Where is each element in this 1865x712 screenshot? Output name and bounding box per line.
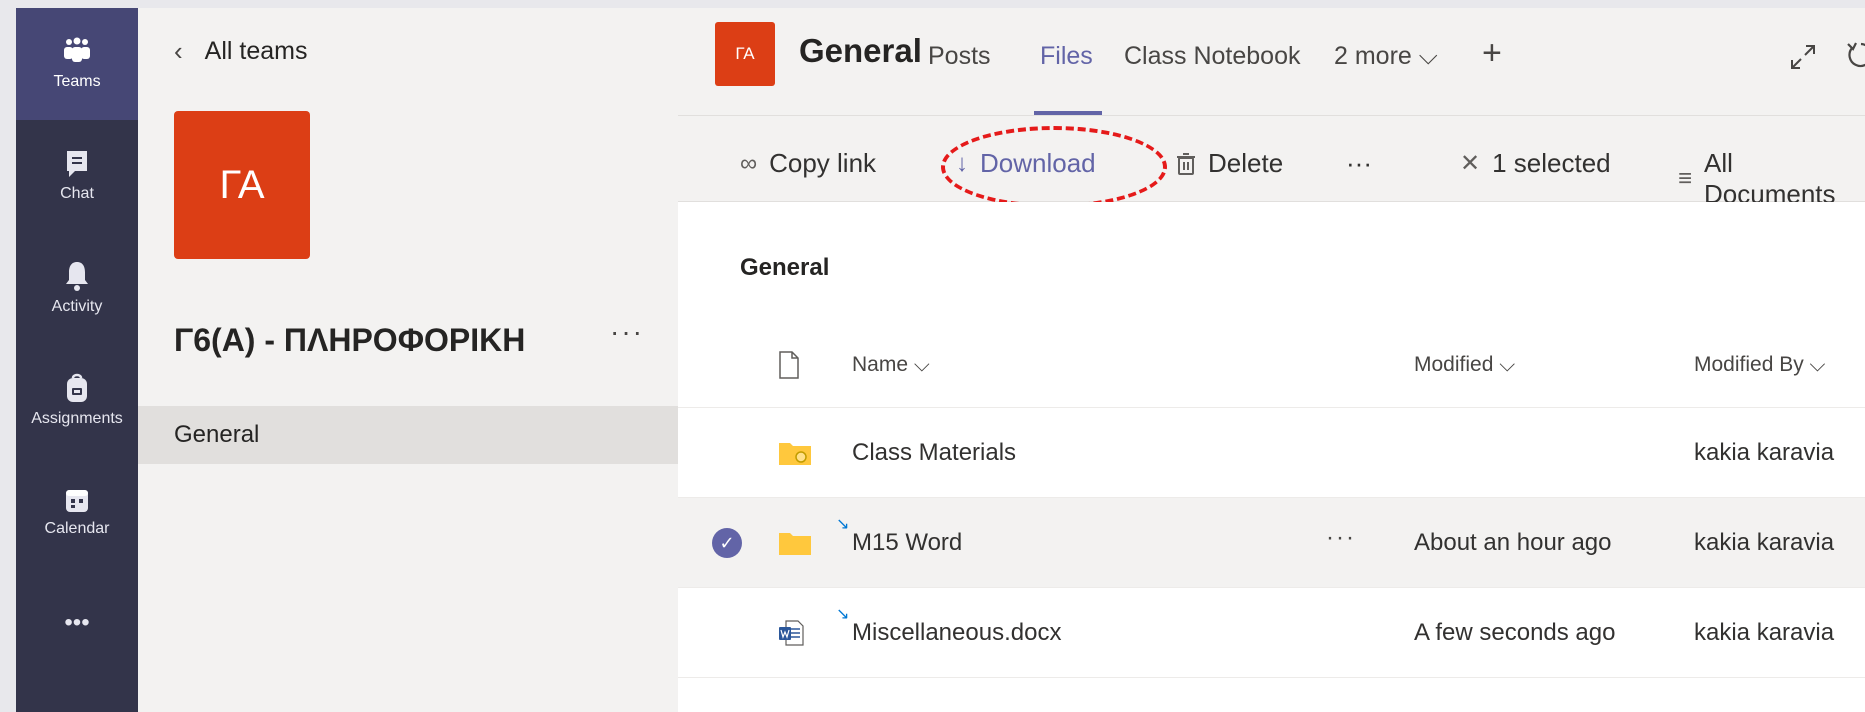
sync-spark-icon: ↘: [836, 606, 850, 623]
rail-more-button[interactable]: •••: [16, 578, 138, 668]
command-bar: ∞ Copy link ↓ Download Delete ··· ✕ 1 se…: [678, 116, 1865, 209]
copy-link-label: Copy link: [769, 148, 877, 178]
chevron-left-icon: ‹: [174, 36, 183, 66]
all-teams-label: All teams: [204, 37, 308, 65]
file-modified-by: kakia karavia: [1694, 438, 1835, 466]
file-modified-by: kakia karavia: [1694, 528, 1835, 556]
file-modified: A few seconds ago: [1414, 618, 1616, 646]
file-type-column[interactable]: [778, 322, 800, 407]
channel-label: General: [174, 421, 260, 448]
tab-class-notebook[interactable]: Class Notebook: [1124, 42, 1300, 71]
rail-item-chat[interactable]: Chat: [16, 120, 138, 232]
sync-spark-icon: ↘: [836, 516, 850, 533]
download-label: Download: [980, 148, 1096, 178]
name-column-header[interactable]: Name ⌵: [852, 322, 930, 407]
table-row[interactable]: ↘ Miscellaneous.docx A few seconds ago k…: [678, 588, 1865, 678]
view-selector[interactable]: ≡ All Documents: [1678, 148, 1865, 210]
close-icon: ✕: [1460, 150, 1481, 177]
rail-item-calendar[interactable]: Calendar: [16, 456, 138, 568]
team-panel: ‹ All teams ΓΑ Γ6(Α) - ΠΛΗΡΟΦΟΡΙΚΗ ··· G…: [138, 8, 678, 712]
delete-button[interactable]: Delete: [1176, 148, 1283, 179]
document-icon: [779, 350, 799, 379]
file-name[interactable]: Miscellaneous.docx: [852, 588, 1061, 677]
teams-window: Teams Chat Activity Assignments Calendar…: [16, 8, 1865, 712]
more-icon: ···: [1346, 148, 1372, 178]
modified-by-column-header[interactable]: Modified By ⌵: [1694, 322, 1825, 407]
app-rail: Teams Chat Activity Assignments Calendar…: [16, 8, 138, 712]
table-row[interactable]: Class Materials kakia karavia: [678, 408, 1865, 498]
rail-item-label: Chat: [60, 185, 94, 202]
checkmark-icon[interactable]: ✓: [712, 528, 742, 558]
more-icon: •••: [64, 609, 90, 636]
backpack-icon: [67, 373, 87, 402]
delete-label: Delete: [1208, 148, 1284, 178]
folder-icon: [778, 498, 812, 587]
channel-avatar: ΓΑ: [715, 22, 775, 86]
rail-item-teams[interactable]: Teams: [16, 8, 138, 120]
table-row[interactable]: ✓ ↘ M15 Word ··· About an hour ago kakia…: [678, 498, 1865, 588]
rail-item-assignments[interactable]: Assignments: [16, 344, 138, 456]
trash-icon: [1177, 152, 1195, 175]
tab-posts[interactable]: Posts: [928, 42, 991, 71]
chat-icon: [67, 151, 87, 177]
rail-item-label: Teams: [53, 73, 101, 90]
link-icon: ∞: [740, 149, 758, 177]
file-modified: About an hour ago: [1414, 528, 1612, 556]
row-more-button[interactable]: ···: [1326, 524, 1356, 552]
selected-count: 1 selected: [1492, 148, 1611, 178]
view-label: All Documents: [1704, 148, 1836, 209]
calendar-icon: [66, 490, 88, 512]
word-document-icon: [778, 588, 804, 677]
file-modified-by: kakia karavia: [1694, 618, 1835, 646]
copy-link-button[interactable]: ∞ Copy link: [740, 148, 876, 179]
refresh-icon[interactable]: [1844, 38, 1865, 72]
expand-icon[interactable]: [1788, 42, 1818, 72]
active-tab-indicator: [1034, 111, 1102, 115]
main-area: ΓΑ General Posts Files Class Notebook 2 …: [678, 8, 1865, 712]
download-button[interactable]: ↓ Download: [956, 148, 1096, 179]
tab-files[interactable]: Files: [1040, 42, 1093, 71]
breadcrumb: General: [740, 254, 830, 281]
teams-icon: [64, 37, 90, 62]
all-teams-link[interactable]: ‹ All teams: [174, 36, 307, 67]
add-tab-button[interactable]: +: [1482, 34, 1502, 73]
channel-header: ΓΑ General Posts Files Class Notebook 2 …: [678, 8, 1865, 116]
file-list: General Name ⌵ Modified ⌵ Modified By ⌵: [678, 202, 1865, 712]
team-more-button[interactable]: ···: [610, 316, 644, 348]
file-name[interactable]: Class Materials: [852, 408, 1016, 497]
channel-title: General: [799, 32, 922, 69]
file-list-header: Name ⌵ Modified ⌵ Modified By ⌵: [678, 322, 1865, 408]
bell-icon: [66, 262, 88, 291]
download-icon: ↓: [956, 149, 968, 177]
channel-item-general[interactable]: General: [138, 406, 678, 464]
rail-item-label: Assignments: [31, 410, 123, 427]
rail-item-label: Calendar: [44, 520, 110, 537]
team-name: Γ6(Α) - ΠΛΗΡΟΦΟΡΙΚΗ: [174, 322, 526, 358]
shared-folder-icon: [778, 408, 812, 497]
more-actions-button[interactable]: ···: [1346, 148, 1372, 179]
tab-more[interactable]: 2 more ⌵: [1334, 42, 1438, 71]
modified-column-header[interactable]: Modified ⌵: [1414, 322, 1515, 407]
file-name[interactable]: M15 Word: [852, 498, 962, 587]
clear-selection-button[interactable]: ✕ 1 selected: [1460, 148, 1611, 179]
team-avatar: ΓΑ: [174, 111, 310, 259]
rail-item-label: Activity: [51, 298, 103, 315]
rail-item-activity[interactable]: Activity: [16, 232, 138, 344]
list-view-icon: ≡: [1678, 165, 1693, 192]
